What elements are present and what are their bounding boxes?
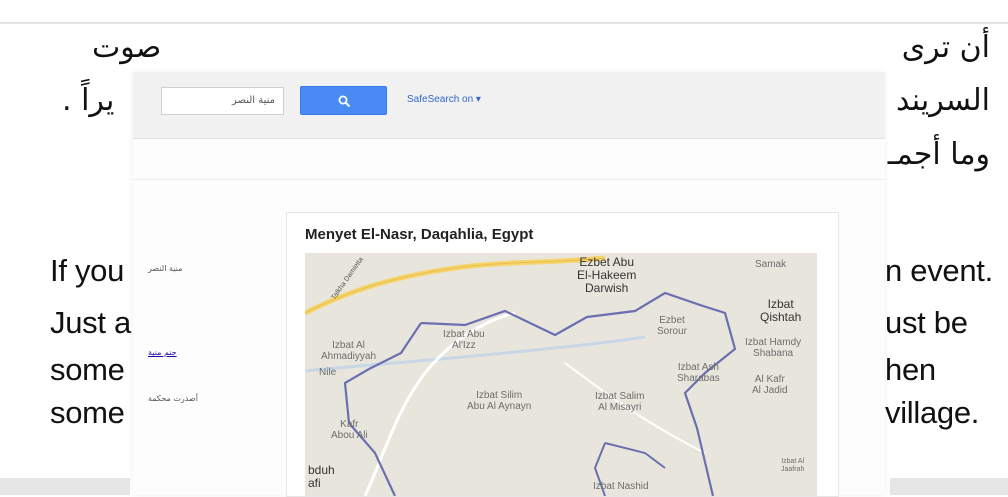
search-button[interactable] <box>300 86 387 115</box>
sidebar-link-2[interactable]: جنم منية <box>148 348 177 357</box>
map-label-kafr: Kafr Abou Ali <box>331 419 368 441</box>
search-results-screenshot: منية النصر SafeSearch on ▾ منية النصر جن… <box>133 72 885 497</box>
search-icon <box>338 95 351 108</box>
map-label-hamdy: Izbat Hamdy Shabana <box>745 337 802 359</box>
map-label-qishtah: Izbat Qishtah <box>760 297 802 324</box>
safesearch-toggle[interactable]: SafeSearch on ▾ <box>407 94 481 105</box>
sidebar-item-1: منية النصر <box>148 264 183 273</box>
map-label-abualizz: Izbat Abu Al'Izz <box>443 329 485 351</box>
slide-top-rule <box>0 22 1008 24</box>
map-label-silim: Izbat Silim Abu Al Aynayn <box>467 390 532 412</box>
english-line-1-left: If you <box>50 253 125 288</box>
english-line-4-left: some <box>50 395 125 430</box>
map-label-jaafrah: Izbat Al Jaafrah <box>781 458 805 473</box>
map-label-bduh: bduh afi <box>308 463 335 490</box>
arabic-line-1-left: صوت <box>92 30 162 65</box>
english-line-1-right: n event. <box>885 253 993 288</box>
search-header-bar: منية النصر SafeSearch on ▾ <box>133 72 885 139</box>
map-label-ashsharabas: Izbat Ash Sharabas <box>677 362 720 384</box>
arabic-line-3-right: وما أجمـ <box>887 137 990 172</box>
english-line-3-left: some <box>50 352 125 387</box>
sidebar-item-3: أصدرت محكمة <box>148 394 198 403</box>
english-line-4-right: village. <box>885 395 980 430</box>
map-label-salim: Izbat Salim Al Misayri <box>595 391 645 413</box>
map-view[interactable]: Ezbet Abu El-Hakeem Darwish Samak Izbat Qis… <box>305 253 817 496</box>
map-graphic <box>305 253 817 496</box>
results-divider <box>133 179 885 180</box>
english-line-2-right: ust be <box>885 305 968 340</box>
search-input[interactable]: منية النصر <box>161 87 284 115</box>
arabic-line-2-right: السريند <box>896 83 990 118</box>
map-label-ahmadiyyah: Izbat Al Ahmadiyyah <box>321 340 377 362</box>
map-label-sorour: Ezbet Sorour <box>657 315 688 337</box>
english-line-3-right: hen <box>885 352 936 387</box>
map-label-nashid: Izbat Nashid <box>593 481 649 492</box>
map-label-samak: Samak <box>755 259 787 270</box>
map-label-hakeem: Ezbet Abu El-Hakeem Darwish <box>577 255 637 295</box>
map-title: Menyet El-Nasr, Daqahlia, Egypt <box>305 226 534 243</box>
map-card: Menyet El-Nasr, Daqahlia, Egypt Ezbet Ab… <box>286 212 839 497</box>
arabic-line-1-right: أن ترى <box>901 30 990 65</box>
english-line-2-left: Just a <box>50 305 131 340</box>
map-label-alkafr: Al Kafr Al Jadid <box>752 374 788 396</box>
map-label-nile: Nile <box>319 367 337 378</box>
arabic-line-2-left: يراً . <box>62 83 115 118</box>
